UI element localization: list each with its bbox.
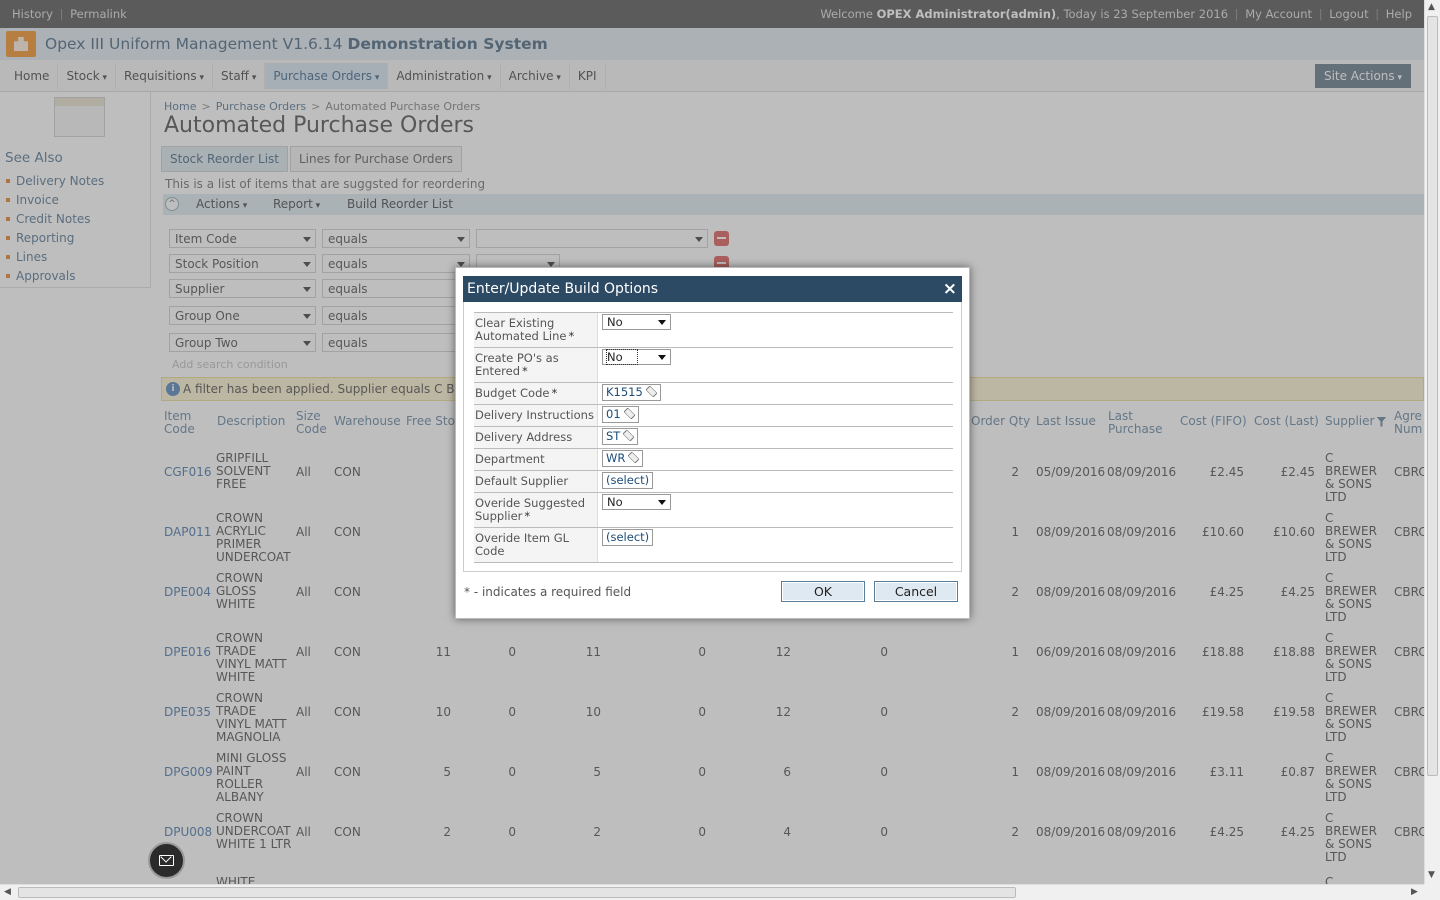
- ok-button[interactable]: OK: [781, 581, 865, 602]
- form-row-delivery-instructions: Delivery Instructions 01: [474, 405, 953, 427]
- field-label-delivery-address: Delivery Address: [474, 427, 598, 448]
- form-row-department: Department WR: [474, 449, 953, 471]
- form-row-budget-code: Budget Code * K1515: [474, 383, 953, 405]
- dialog-title-bar: Enter/Update Build Options ×: [463, 276, 962, 302]
- scroll-right-icon[interactable]: ▶: [1411, 887, 1418, 897]
- envelope-icon: [159, 855, 174, 866]
- scroll-left-icon[interactable]: ◀: [4, 887, 11, 897]
- field-label-create-pos: Create PO's as Entered *: [474, 348, 598, 382]
- feedback-mail-button[interactable]: [148, 842, 185, 879]
- vertical-scroll-thumb[interactable]: [1427, 16, 1438, 776]
- form-row-clear-existing: Clear Existing Automated Line * No: [474, 313, 953, 348]
- vertical-scrollbar[interactable]: ▲ ▼: [1424, 0, 1440, 884]
- close-icon[interactable]: ×: [943, 276, 957, 302]
- create-pos-select[interactable]: No: [602, 349, 671, 365]
- form-row-create-pos: Create PO's as Entered * No: [474, 348, 953, 383]
- delivery-address-picker[interactable]: ST: [602, 428, 639, 445]
- horizontal-scroll-thumb[interactable]: [18, 887, 1016, 898]
- override-gl-code-select-button[interactable]: (select): [602, 529, 654, 546]
- build-options-form: Clear Existing Automated Line * No Create…: [474, 312, 953, 563]
- clear-existing-select[interactable]: No: [602, 314, 671, 330]
- pencil-icon[interactable]: [623, 407, 636, 420]
- field-label-default-supplier: Default Supplier: [474, 471, 598, 492]
- field-label-override-gl-code: Overide Item GL Code: [474, 528, 598, 562]
- scroll-down-icon[interactable]: ▼: [1428, 870, 1435, 880]
- field-label-delivery-instructions: Delivery Instructions: [474, 405, 598, 426]
- form-row-override-gl-code: Overide Item GL Code (select): [474, 528, 953, 563]
- pencil-icon[interactable]: [645, 385, 658, 398]
- field-label-budget-code: Budget Code *: [474, 383, 598, 404]
- form-row-default-supplier: Default Supplier (select): [474, 471, 953, 493]
- department-picker[interactable]: WR: [602, 450, 644, 467]
- required-field-note: * - indicates a required field: [464, 585, 632, 599]
- build-options-dialog: Enter/Update Build Options × Clear Exist…: [455, 267, 970, 619]
- dialog-title: Enter/Update Build Options: [467, 281, 659, 297]
- form-row-override-supplier: Overide Suggested Supplier * No: [474, 493, 953, 528]
- horizontal-scrollbar[interactable]: ◀ ▶: [0, 884, 1424, 900]
- delivery-instructions-picker[interactable]: 01: [602, 406, 639, 423]
- scroll-up-icon[interactable]: ▲: [1428, 2, 1435, 12]
- dialog-body: Clear Existing Automated Line * No Create…: [463, 302, 962, 572]
- override-supplier-select[interactable]: No: [602, 494, 671, 510]
- pencil-icon[interactable]: [622, 429, 635, 442]
- form-row-delivery-address: Delivery Address ST: [474, 427, 953, 449]
- field-label-clear-existing: Clear Existing Automated Line *: [474, 313, 598, 347]
- cancel-button[interactable]: Cancel: [874, 581, 958, 602]
- pencil-icon[interactable]: [627, 451, 640, 464]
- scrollbar-corner: [1424, 884, 1440, 900]
- field-label-department: Department: [474, 449, 598, 470]
- default-supplier-select-button[interactable]: (select): [602, 472, 654, 489]
- budget-code-picker[interactable]: K1515: [602, 384, 661, 401]
- field-label-override-supplier: Overide Suggested Supplier *: [474, 493, 598, 527]
